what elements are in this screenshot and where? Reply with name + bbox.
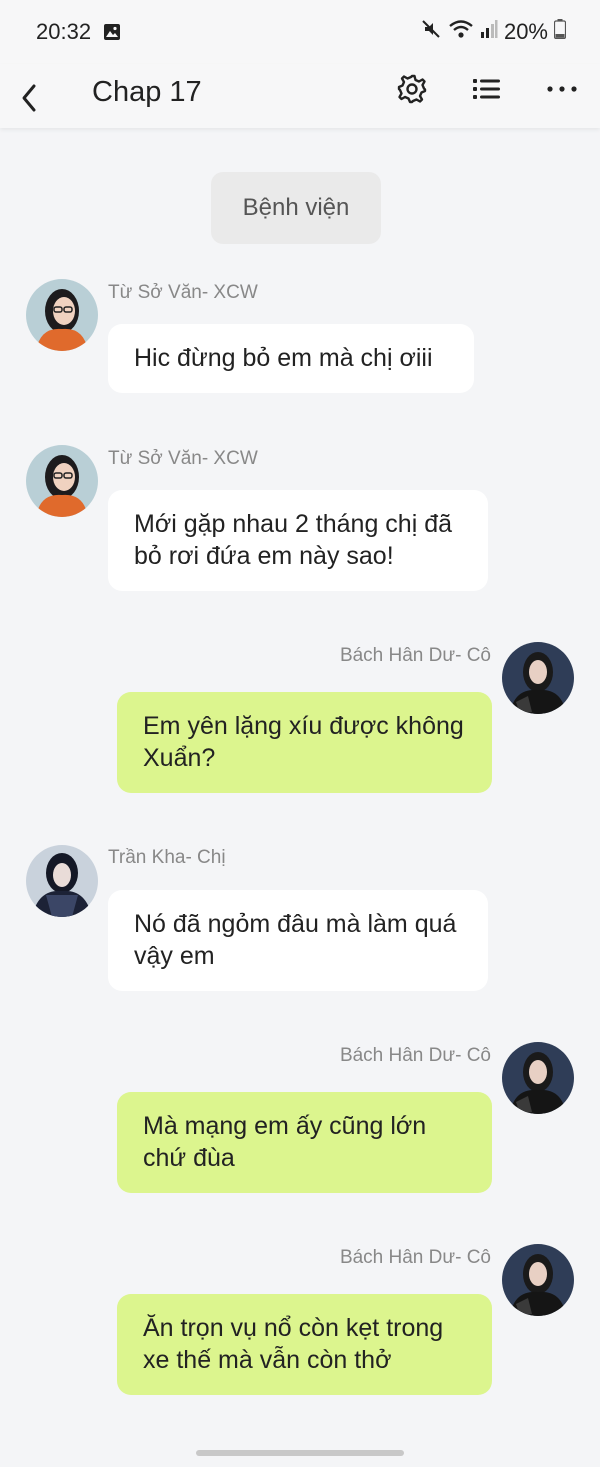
avatar[interactable] xyxy=(502,642,574,714)
status-bar: 20:32 20% xyxy=(0,0,600,64)
battery-icon xyxy=(553,19,567,44)
mute-icon xyxy=(420,18,442,45)
message-bubble[interactable]: Nó đã ngỏm đâu mà làm quá vậy em xyxy=(108,890,488,991)
sender-name: Bách Hân Dư- Cô xyxy=(339,645,491,666)
avatar[interactable] xyxy=(502,1042,574,1114)
message-bubble[interactable]: Mà mạng em ấy cũng lớn chứ đùa xyxy=(117,1092,492,1193)
signal-icon xyxy=(480,19,498,44)
avatar[interactable] xyxy=(26,445,98,517)
sender-name: Từ Sở Văn- XCW xyxy=(108,448,258,469)
message-bubble[interactable]: Em yên lặng xíu được không Xuẩn? xyxy=(117,692,492,793)
sender-name: Bách Hân Dư- Cô xyxy=(339,1045,491,1066)
avatar[interactable] xyxy=(26,845,98,917)
message-bubble[interactable]: Hic đừng bỏ em mà chị ơiii xyxy=(108,324,474,393)
wifi-icon xyxy=(448,18,474,45)
sender-name: Trần Kha- Chị xyxy=(108,847,226,868)
sender-name: Từ Sở Văn- XCW xyxy=(108,282,258,303)
sender-name: Bách Hân Dư- Cô xyxy=(339,1247,491,1268)
chapter-title: Chap 17 xyxy=(92,76,202,108)
gallery-icon xyxy=(103,23,121,46)
message-bubble[interactable]: Mới gặp nhau 2 tháng chị đã bỏ rơi đứa e… xyxy=(108,490,488,591)
back-arrow-icon[interactable] xyxy=(14,74,44,114)
home-indicator[interactable] xyxy=(196,1450,404,1456)
app-bar: Chap 17 xyxy=(0,64,600,128)
status-icons: 20% xyxy=(420,18,567,45)
avatar[interactable] xyxy=(26,279,98,351)
avatar[interactable] xyxy=(502,1244,574,1316)
message-bubble[interactable]: Ăn trọn vụ nổ còn kẹt trong xe thế mà vẫ… xyxy=(117,1294,492,1395)
battery-percent: 20% xyxy=(503,18,548,44)
more-icon[interactable] xyxy=(545,72,579,106)
gear-icon[interactable] xyxy=(395,72,429,106)
list-icon[interactable] xyxy=(470,72,504,106)
scene-label: Bệnh viện xyxy=(211,172,381,244)
status-time: 20:32 xyxy=(36,19,92,44)
